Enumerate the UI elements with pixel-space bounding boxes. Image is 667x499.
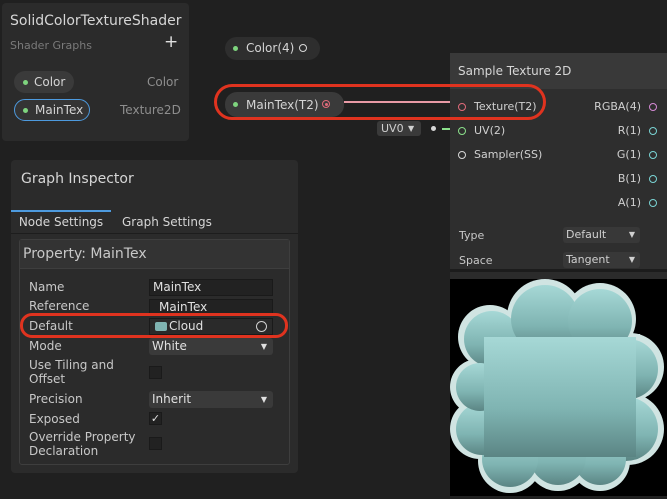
- chevron-down-icon: ▼: [628, 255, 635, 264]
- dropdown-value: Inherit: [152, 392, 192, 406]
- port-circle-icon: [458, 127, 466, 135]
- texture-preview[interactable]: [450, 279, 667, 496]
- property-dot-icon: [23, 80, 28, 85]
- mode-label: Mode: [29, 339, 62, 353]
- precision-label: Precision: [29, 392, 83, 406]
- node-label: Color(4): [246, 41, 295, 55]
- cloud-preview-image: [450, 279, 664, 493]
- shader-graph-subtitle: Shader Graphs: [10, 39, 92, 52]
- input-port-uv[interactable]: UV(2): [458, 124, 505, 137]
- space-dropdown[interactable]: Tangent ▼: [563, 252, 640, 268]
- port-label: A(1): [617, 196, 641, 209]
- port-label: Sampler(SS): [474, 148, 543, 161]
- shader-graph-title: SolidColorTextureShader: [10, 13, 182, 29]
- override-label: Override Property Declaration: [29, 430, 136, 458]
- uv-value: UV0: [381, 122, 404, 135]
- chevron-down-icon: ▼: [628, 230, 635, 239]
- divider: [450, 269, 667, 272]
- port-label: UV(2): [474, 124, 506, 137]
- chevron-down-icon: ▼: [408, 124, 415, 133]
- port-circle-icon: [649, 199, 657, 207]
- property-dot-icon: [233, 46, 238, 51]
- port-label: R(1): [617, 124, 641, 137]
- property-color[interactable]: Color: [14, 71, 74, 93]
- override-checkbox[interactable]: [149, 437, 162, 450]
- space-label: Space: [459, 254, 493, 267]
- output-port-r[interactable]: R(1): [618, 124, 657, 137]
- exposed-label: Exposed: [29, 412, 80, 426]
- tiling-checkbox[interactable]: [149, 366, 162, 379]
- port-label: RGBA(4): [594, 100, 641, 113]
- chevron-down-icon: ▼: [260, 342, 267, 351]
- output-port-g[interactable]: G(1): [617, 148, 657, 161]
- dropdown-value: Default: [566, 228, 607, 241]
- precision-dropdown[interactable]: Inherit ▼: [149, 391, 273, 408]
- output-port-rgba[interactable]: RGBA(4): [594, 100, 657, 113]
- dropdown-value: Tangent: [566, 253, 610, 266]
- port-circle-icon: [458, 151, 466, 159]
- port-label: G(1): [616, 148, 641, 161]
- output-port-b[interactable]: B(1): [618, 172, 657, 185]
- uv-channel-dropdown[interactable]: UV0: [377, 121, 421, 136]
- property-maintex[interactable]: MainTex: [14, 99, 90, 121]
- checkmark-icon: ✓: [150, 412, 161, 425]
- blackboard-panel: SolidColorTextureShader Shader Graphs + …: [2, 3, 189, 141]
- port-circle-icon: [649, 127, 657, 135]
- property-title: Property: MainTex: [23, 246, 147, 262]
- property-name: MainTex: [35, 103, 84, 117]
- property-dot-icon: [23, 108, 28, 113]
- type-dropdown[interactable]: Default ▼: [563, 227, 640, 243]
- port-circle-icon: [649, 103, 657, 111]
- property-panel: Property: MainTex Name MainTex Reference…: [19, 239, 290, 465]
- port-circle-icon: [649, 151, 657, 159]
- mode-dropdown[interactable]: White ▼: [149, 338, 273, 355]
- uv-port-icon[interactable]: [431, 126, 436, 131]
- divider: [11, 233, 298, 234]
- tab-node-settings[interactable]: Node Settings: [11, 210, 111, 233]
- dropdown-value: White: [152, 339, 187, 353]
- type-label: Type: [459, 229, 485, 242]
- highlight-ring: [20, 313, 288, 338]
- add-property-button[interactable]: +: [164, 32, 178, 52]
- node-title: Sample Texture 2D: [458, 64, 572, 78]
- highlight-ring: [214, 84, 546, 120]
- property-header: Property: MainTex: [20, 240, 289, 269]
- name-field[interactable]: MainTex: [149, 279, 273, 296]
- input-port-sampler[interactable]: Sampler(SS): [458, 148, 542, 161]
- output-port-a[interactable]: A(1): [618, 196, 657, 209]
- port-label: B(1): [617, 172, 641, 185]
- tab-graph-settings[interactable]: Graph Settings: [122, 212, 212, 232]
- reference-label: Reference: [29, 299, 90, 313]
- exposed-checkbox[interactable]: ✓: [149, 412, 162, 425]
- tiling-label: Use Tiling and Offset: [29, 358, 114, 386]
- property-type: Color: [147, 75, 179, 89]
- inspector-title: Graph Inspector: [21, 171, 134, 187]
- port-circle-icon: [649, 175, 657, 183]
- chevron-down-icon: ▼: [260, 395, 267, 404]
- property-type: Texture2D: [120, 103, 181, 117]
- name-label: Name: [29, 280, 65, 294]
- color-property-node[interactable]: Color(4): [225, 37, 320, 60]
- property-name: Color: [34, 75, 66, 89]
- output-port-icon[interactable]: [299, 44, 307, 52]
